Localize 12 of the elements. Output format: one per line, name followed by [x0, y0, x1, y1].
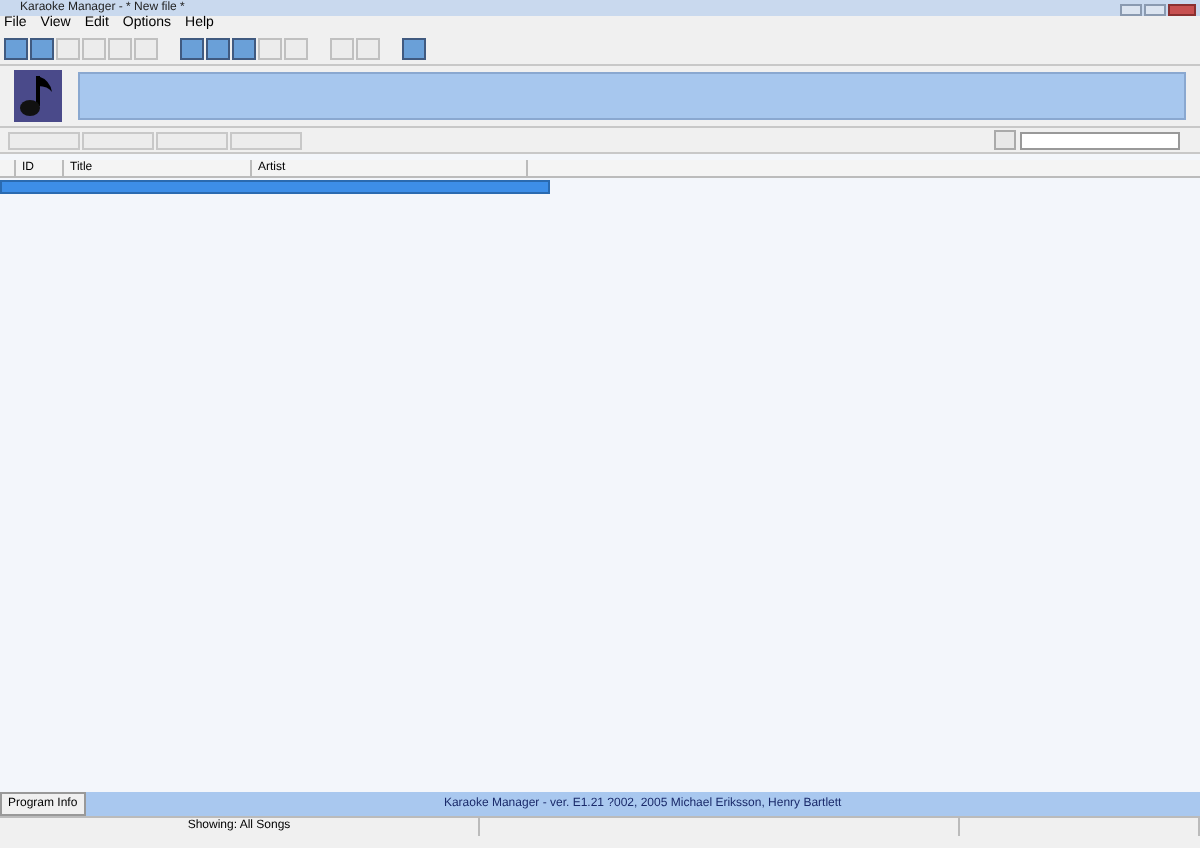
search-field[interactable] [1020, 131, 1180, 149]
close-button[interactable] [1168, 4, 1196, 16]
toolbar-button[interactable] [402, 38, 426, 60]
music-note-icon [14, 70, 62, 122]
minimize-button[interactable] [1120, 4, 1142, 16]
toolbar-button[interactable] [4, 38, 28, 60]
table-row[interactable] [0, 180, 550, 194]
maximize-button[interactable] [1144, 4, 1166, 16]
toolbar-button[interactable] [180, 38, 204, 60]
toolbar-button[interactable] [232, 38, 256, 60]
toolbar-button[interactable] [30, 38, 54, 60]
toolbar-button[interactable] [206, 38, 230, 60]
